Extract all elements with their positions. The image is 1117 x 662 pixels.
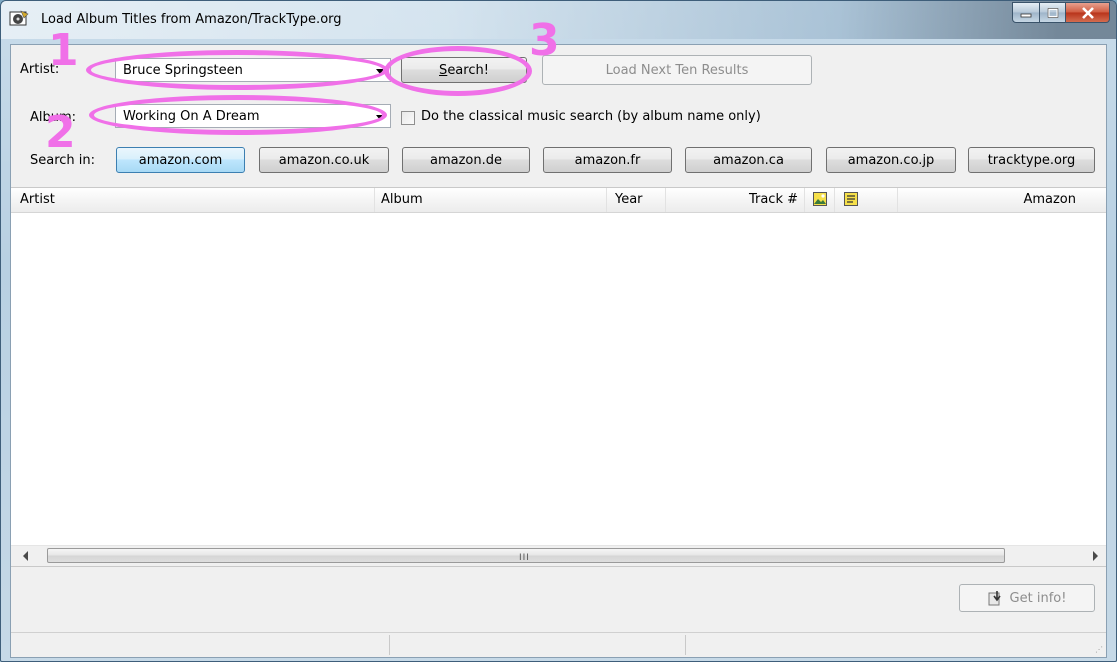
get-info-label: Get info! (1009, 590, 1067, 606)
source-button-amazon-co-jp[interactable]: amazon.co.jp (826, 147, 956, 173)
column-header-label: Album (381, 192, 423, 207)
column-header-year[interactable]: Year (607, 188, 666, 212)
source-button-amazon-co-uk[interactable]: amazon.co.uk (259, 147, 389, 173)
notes-icon (844, 192, 858, 206)
source-button-label: amazon.co.jp (847, 152, 935, 168)
load-next-ten-label: Load Next Ten Results (605, 62, 749, 78)
main-window: Load Album Titles from Amazon/TrackType.… (0, 0, 1117, 662)
source-button-amazon-com[interactable]: amazon.com (116, 147, 245, 173)
source-button-tracktype-org[interactable]: tracktype.org (968, 147, 1095, 173)
results-list[interactable]: Artist Album Year Track # Amazon III (11, 187, 1106, 567)
annotation-circle-2 (89, 95, 387, 135)
results-header: Artist Album Year Track # Amazon (11, 188, 1106, 213)
column-header-artist[interactable]: Artist (11, 188, 375, 212)
download-icon (988, 591, 1001, 606)
annotation-circle-3 (384, 46, 532, 96)
status-panel (11, 635, 390, 655)
source-button-label: amazon.co.uk (278, 152, 370, 168)
source-button-label: amazon.fr (574, 152, 641, 168)
maximize-icon (1047, 7, 1058, 18)
status-panel (389, 635, 686, 655)
source-button-amazon-ca[interactable]: amazon.ca (685, 147, 812, 173)
minimize-icon (1020, 13, 1032, 17)
scroll-right-icon[interactable] (1092, 551, 1098, 561)
status-bar: ⋰ (11, 632, 1106, 657)
column-header-track[interactable]: Track # (666, 188, 805, 212)
source-button-amazon-de[interactable]: amazon.de (402, 147, 530, 173)
column-header-label: Year (615, 192, 643, 207)
annotation-number-1: 1 (48, 25, 79, 76)
load-next-ten-button[interactable]: Load Next Ten Results (542, 55, 812, 85)
maximize-button[interactable] (1040, 2, 1066, 23)
horizontal-scrollbar[interactable]: III (11, 545, 1106, 566)
cover-image-icon (813, 192, 827, 206)
source-button-label: tracktype.org (987, 152, 1076, 168)
resize-grip-icon[interactable]: ⋰ (1095, 645, 1103, 654)
source-button-label: amazon.com (138, 152, 223, 168)
source-button-amazon-fr[interactable]: amazon.fr (543, 147, 672, 173)
column-header-cover[interactable] (805, 188, 835, 212)
column-header-album[interactable]: Album (375, 188, 607, 212)
annotation-circle-1 (86, 50, 388, 90)
scrollbar-grip: III (519, 553, 530, 563)
column-header-label: Artist (20, 192, 55, 207)
dialog-client-area: Artist: Bruce Springsteen Search! Load N… (10, 44, 1107, 658)
app-icon (9, 10, 29, 26)
classical-search-label[interactable]: Do the classical music search (by album … (421, 109, 761, 124)
column-header-label: Track # (748, 192, 798, 207)
column-header-notes[interactable] (835, 188, 898, 212)
annotation-number-3: 3 (529, 15, 560, 66)
annotation-number-2: 2 (45, 107, 76, 158)
column-header-amazon[interactable]: Amazon (898, 188, 1106, 212)
classical-search-checkbox[interactable] (401, 111, 415, 125)
close-icon (1081, 6, 1094, 19)
scroll-left-icon[interactable] (23, 551, 29, 561)
minimize-button[interactable] (1012, 2, 1040, 23)
get-info-button[interactable]: Get info! (959, 584, 1095, 612)
window-title: Load Album Titles from Amazon/TrackType.… (41, 12, 342, 27)
source-button-label: amazon.ca (713, 152, 784, 168)
window-controls (1012, 2, 1110, 23)
scrollbar-thumb[interactable]: III (47, 548, 1005, 563)
column-header-label: Amazon (1023, 192, 1076, 207)
source-button-label: amazon.de (430, 152, 502, 168)
close-button[interactable] (1066, 2, 1110, 23)
